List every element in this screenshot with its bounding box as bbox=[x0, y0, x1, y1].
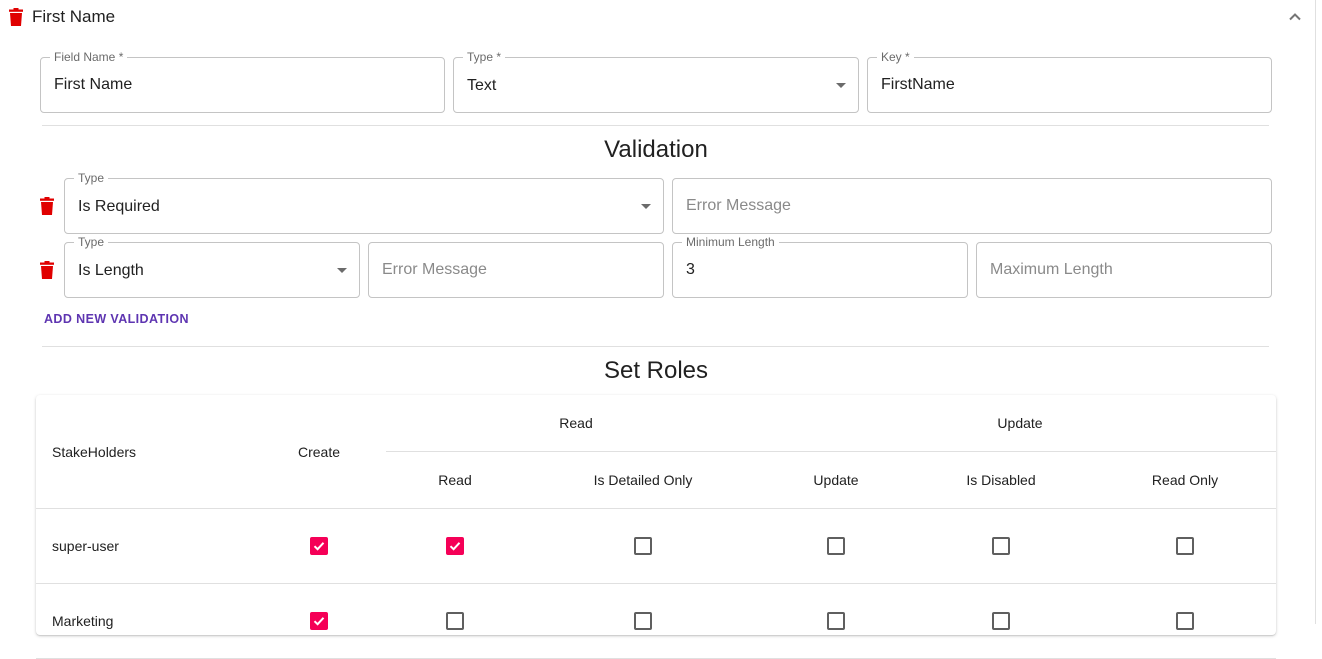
validation-title: Validation bbox=[604, 136, 708, 163]
header-create: Create bbox=[297, 444, 341, 460]
type-value: Text bbox=[467, 77, 497, 94]
type-label: Type * bbox=[463, 51, 506, 64]
header-update-group: Update bbox=[997, 415, 1043, 431]
key-input[interactable]: Key * FirstName bbox=[867, 51, 1272, 113]
is-detailed-only-checkbox[interactable] bbox=[634, 612, 652, 630]
roles-table: StakeHolders Create Read Update Read Is … bbox=[36, 395, 1276, 659]
error-message-input[interactable]: Error Message bbox=[672, 178, 1272, 234]
row-divider bbox=[36, 583, 1276, 584]
delete-validation-icon[interactable] bbox=[40, 197, 54, 215]
header-bottom-line bbox=[36, 508, 1276, 509]
validation-type-label: Type bbox=[74, 236, 109, 249]
maximum-length-input[interactable]: Maximum Length bbox=[976, 242, 1272, 298]
caret-down-icon bbox=[641, 204, 651, 209]
divider bbox=[42, 125, 1269, 126]
field-name-input[interactable]: Field Name * First Name bbox=[40, 51, 445, 113]
error-message-input[interactable]: Error Message bbox=[368, 242, 664, 298]
create-checkbox[interactable] bbox=[310, 537, 328, 555]
check-icon bbox=[449, 542, 461, 551]
read-only-checkbox[interactable] bbox=[1176, 537, 1194, 555]
type-select[interactable]: Type * Text bbox=[453, 51, 859, 113]
read-checkbox[interactable] bbox=[446, 537, 464, 555]
is-disabled-checkbox[interactable] bbox=[992, 537, 1010, 555]
delete-field-icon[interactable] bbox=[9, 8, 23, 26]
key-value: FirstName bbox=[881, 76, 955, 93]
header-read-group: Read bbox=[559, 415, 593, 431]
header-update: Update bbox=[813, 472, 859, 488]
validation-type-value: Is Length bbox=[78, 262, 144, 279]
header-stakeholders: StakeHolders bbox=[52, 444, 137, 460]
validation-type-label: Type bbox=[74, 172, 109, 185]
caret-down-icon bbox=[337, 268, 347, 273]
read-only-checkbox[interactable] bbox=[1176, 612, 1194, 630]
is-detailed-only-checkbox[interactable] bbox=[634, 537, 652, 555]
field-section-title: First Name bbox=[32, 7, 116, 26]
field-name-value: First Name bbox=[54, 76, 133, 93]
read-checkbox[interactable] bbox=[446, 612, 464, 630]
check-icon bbox=[313, 542, 325, 551]
header-read: Read bbox=[438, 472, 472, 488]
field-name-label: Field Name * bbox=[50, 51, 128, 64]
key-label: Key * bbox=[877, 51, 914, 64]
maximum-length-placeholder: Maximum Length bbox=[990, 261, 1113, 278]
header-is-disabled: Is Disabled bbox=[966, 472, 1036, 488]
stakeholder-name: Marketing bbox=[52, 613, 114, 629]
update-checkbox[interactable] bbox=[827, 537, 845, 555]
validation-type-value: Is Required bbox=[78, 198, 160, 215]
is-disabled-checkbox[interactable] bbox=[992, 612, 1010, 630]
error-message-placeholder: Error Message bbox=[382, 261, 487, 278]
minimum-length-label: Minimum Length bbox=[682, 236, 779, 249]
header-is-detailed-only: Is Detailed Only bbox=[593, 472, 693, 488]
minimum-length-value: 3 bbox=[686, 261, 695, 278]
validation-type-select[interactable]: Type Is Length bbox=[64, 236, 360, 298]
chevron-up-icon[interactable] bbox=[1286, 8, 1304, 26]
panel-right-border bbox=[1315, 0, 1316, 624]
header-group-line bbox=[386, 451, 1276, 452]
create-checkbox[interactable] bbox=[310, 612, 328, 630]
minimum-length-input[interactable]: Minimum Length 3 bbox=[672, 236, 968, 298]
set-roles-title: Set Roles bbox=[603, 357, 709, 384]
delete-validation-icon[interactable] bbox=[40, 261, 54, 279]
update-checkbox[interactable] bbox=[827, 612, 845, 630]
caret-down-icon bbox=[836, 83, 846, 88]
error-message-placeholder: Error Message bbox=[686, 197, 791, 214]
validation-type-select[interactable]: Type Is Required bbox=[64, 172, 664, 234]
divider bbox=[42, 346, 1269, 347]
header-read-only: Read Only bbox=[1151, 472, 1219, 488]
add-new-validation-button[interactable]: ADD NEW VALIDATION bbox=[44, 312, 189, 327]
stakeholder-name: super-user bbox=[52, 538, 119, 554]
check-icon bbox=[313, 617, 325, 626]
